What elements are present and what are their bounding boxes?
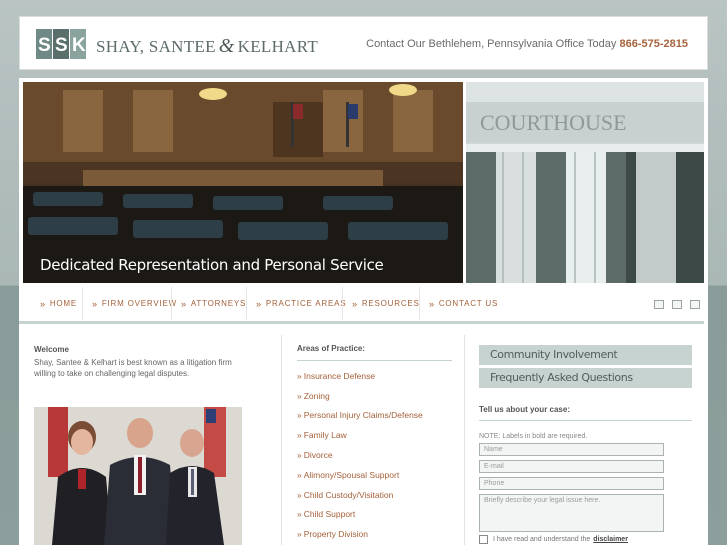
svg-text:S: S [38,35,51,56]
nav-divider [419,287,420,320]
nav-practice-areas[interactable]: » PRACTICE AREAS [256,287,346,320]
practice-area-label: Personal Injury Claims/Defense [303,410,423,421]
nav-home[interactable]: » HOME [40,287,77,320]
firm-name-left: SHAY, SANTEE [96,37,216,56]
nav-label: HOME [49,299,78,308]
chevron-icon: » [297,469,302,480]
practice-area-link[interactable]: » Zoning [297,391,452,401]
header-contact: Contact Our Bethlehem, Pennsylvania Offi… [366,38,688,50]
disclaimer-row: I have read and understand the disclaime… [479,535,692,544]
courthouse-image: COURTHOUSE [466,82,704,283]
welcome-section: Welcome Shay, Santee & Kelhart is best k… [34,345,264,379]
nav-divider [82,287,83,320]
chevron-icon: » [297,410,302,421]
nav-divider [246,287,247,320]
print-icon[interactable] [690,300,700,309]
welcome-text: Shay, Santee & Kelhart is best known as … [34,358,232,378]
form-note: NOTE: Labels in bold are required. [479,433,588,440]
main-nav: » HOME » FIRM OVERVIEW » ATTORNEYS » PRACTIC… [19,287,708,320]
faq-button[interactable]: Frequently Asked Questions [479,368,692,388]
utility-icons [654,300,700,309]
practice-area-label: Alimony/Spousal Support [303,469,400,480]
disclaimer-checkbox[interactable] [479,535,488,544]
chevron-icon: » [40,298,46,309]
nav-label: CONTACT US [438,299,499,308]
chevron-icon: » [297,370,302,381]
nav-divider [171,287,172,320]
courthouse-illustration: COURTHOUSE [466,82,704,283]
nav-attorneys[interactable]: » ATTORNEYS [181,287,246,320]
sidebar-section: Community Involvement Frequently Asked Q… [479,345,692,544]
practice-areas-title: Areas of Practice: [297,344,452,361]
practice-area-link[interactable]: » Property Division [297,529,452,539]
content-panel: » HOME » FIRM OVERVIEW » ATTORNEYS » PRACTIC… [19,287,708,545]
community-involvement-button[interactable]: Community Involvement [479,345,692,365]
email-icon[interactable] [672,300,682,309]
practice-area-label: Divorce [303,449,333,460]
disclaimer-text: I have read and understand the [493,536,591,543]
legal-issue-textarea[interactable]: Briefly describe your legal issue here. [479,494,664,532]
nav-resources[interactable]: » RESOURCES [352,287,420,320]
practice-area-link[interactable]: » Child Custody/Visitation [297,490,452,500]
nav-divider [342,287,343,320]
attorneys-photo [34,407,242,545]
firm-name-amp: & [218,35,235,57]
practice-area-link[interactable]: » Child Support [297,509,452,519]
courtroom-image: Dedicated Representation and Personal Se… [23,82,463,283]
logo-icon[interactable]: S S K [36,29,86,59]
building-sign-text: COURTHOUSE [480,110,627,135]
svg-text:S: S [55,35,68,56]
nav-divider-rule [19,321,704,324]
chevron-icon: » [256,298,262,309]
practice-area-link[interactable]: » Personal Injury Claims/Defense [297,410,452,420]
practice-area-link[interactable]: » Family Law [297,430,452,440]
attorneys-illustration [34,407,242,545]
practice-area-label: Child Support [303,509,356,520]
practice-area-link[interactable]: » Divorce [297,450,452,460]
practice-area-label: Property Division [303,529,368,540]
chevron-icon: » [297,509,302,520]
chevron-icon: » [297,390,302,401]
bookmark-icon[interactable] [654,300,664,309]
chevron-icon: » [181,298,187,309]
chevron-icon: » [92,298,98,309]
disclaimer-link[interactable]: disclaimer [593,536,628,543]
practice-area-label: Family Law [303,430,347,441]
courtroom-illustration [23,82,463,283]
firm-name[interactable]: SHAY, SANTEE & KELHART [96,35,318,58]
name-field[interactable]: Name [479,443,664,456]
nav-firm-overview[interactable]: » FIRM OVERVIEW [92,287,177,320]
column-divider [281,335,282,545]
chevron-icon: » [297,430,302,441]
hero-banner: Dedicated Representation and Personal Se… [19,78,708,287]
practice-area-label: Zoning [303,390,330,401]
chevron-icon: » [297,489,302,500]
practice-area-label: Insurance Defense [303,370,376,381]
practice-areas-section: Areas of Practice: » Insurance Defense » Z… [297,344,452,539]
welcome-title: Welcome [34,345,69,354]
chevron-icon: » [352,298,358,309]
practice-area-link[interactable]: » Alimony/Spousal Support [297,470,452,480]
practice-area-label: Child Custody/Visitation [303,489,394,500]
email-field[interactable]: E-mail [479,460,664,473]
chevron-icon: » [297,449,302,460]
contact-text: Contact Our Bethlehem, Pennsylvania Offi… [366,38,617,50]
nav-label: FIRM OVERVIEW [101,299,177,308]
practice-area-link[interactable]: » Insurance Defense [297,371,452,381]
case-form-title: Tell us about your case: [479,405,692,421]
nav-label: RESOURCES [361,299,420,308]
nav-label: ATTORNEYS [190,299,247,308]
phone-field[interactable]: Phone [479,477,664,490]
column-divider [464,335,465,545]
site-header: S S K SHAY, SANTEE & KELHART Contact Our B… [19,16,708,70]
nav-label: PRACTICE AREAS [265,299,347,308]
chevron-icon: » [297,529,302,540]
phone-number[interactable]: 866-575-2815 [619,38,688,50]
chevron-icon: » [429,298,435,309]
hero-tagline: Dedicated Representation and Personal Se… [40,256,384,274]
nav-contact-us[interactable]: » CONTACT US [429,287,498,320]
firm-name-right: KELHART [237,37,319,56]
svg-text:K: K [72,35,86,56]
